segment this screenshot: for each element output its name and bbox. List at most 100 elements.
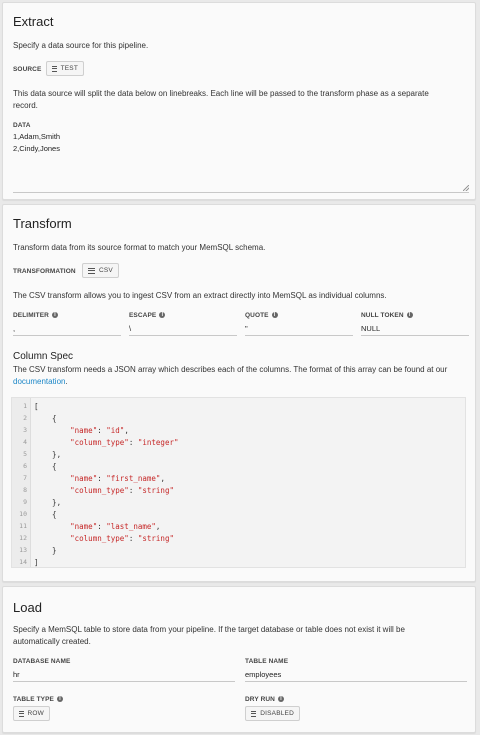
code-text: "name": "first_name", [34,474,165,483]
transformation-button-label: CSV [99,267,113,274]
code-string: "name" [70,426,98,435]
code-token: ] [34,558,39,567]
database-name-label: DATABASE NAME [13,658,71,665]
extract-title: Extract [13,14,54,29]
source-label: SOURCE [13,66,42,73]
dry-run-button-label: DISABLED [260,710,294,717]
line-number: 10 [19,510,27,518]
code-token: : [97,522,107,531]
extract-note-line1: This data source will split the data bel… [13,89,429,98]
code-string: "name" [70,474,98,483]
code-token: , [155,522,161,531]
code-line: 6 { [12,462,465,474]
info-icon: i [51,312,58,318]
null-token-input[interactable]: NULL [361,322,469,336]
column-spec-editor[interactable]: 1[2 {3 "name": "id", 4 "column_type": "in… [11,397,466,568]
load-description-line2: automatically created. [13,637,91,646]
table-type-button-label: ROW [27,710,44,717]
code-string: "column_type" [70,486,129,495]
quote-input[interactable]: " [245,322,353,336]
column-spec-description: The CSV transform needs a JSON array whi… [13,365,448,386]
menu-icon [251,710,257,717]
line-number: 14 [19,558,27,566]
code-token: : [128,438,138,447]
dry-run-label: DRY RUN i [245,696,284,703]
documentation-link[interactable]: documentation [13,377,65,386]
table-name-label: TABLE NAME [245,658,289,665]
code-text: }, [34,450,61,459]
code-token: , [124,426,129,435]
code-line: 11 "name": "last_name", [12,522,465,534]
null-token-label: NULL TOKEN i [361,312,413,319]
extract-note-line2: record. [13,101,38,110]
code-string: "integer" [137,438,179,447]
transform-description: Transform data from its source format to… [13,243,266,252]
extract-card: Extract Specify a data source for this p… [2,2,476,200]
line-number: 3 [23,426,27,434]
escape-input[interactable]: \ [129,322,237,336]
code-string: "id" [106,426,125,435]
code-line: 8 "column_type": "string" [12,486,465,498]
code-token: }, [34,498,62,507]
extract-description: Specify a data source for this pipeline. [13,41,149,50]
info-icon: i [271,312,278,318]
code-token: { [34,510,57,519]
code-text: "name": "id", [34,426,129,435]
transformation-label: TRANSFORMATION [13,268,76,275]
table-name-input[interactable]: employees [245,668,467,682]
line-number: 8 [23,486,27,494]
csv-note: The CSV transform allows you to ingest C… [13,291,387,300]
code-text: ] [34,558,39,567]
data-label: DATA [13,122,31,129]
code-token: }, [34,450,62,459]
info-icon: i [277,696,284,702]
code-token: : [128,534,138,543]
load-title: Load [13,600,42,615]
database-name-input[interactable]: hr [13,668,235,682]
line-number: 6 [23,462,27,470]
line-number: 2 [23,414,27,422]
line-number: 5 [23,450,27,458]
data-line: 2,Cindy,Jones [13,144,60,153]
code-text: { [34,414,57,423]
code-line: 7 "name": "first_name", [12,474,465,486]
line-number: 12 [19,534,27,542]
dry-run-button[interactable]: DISABLED [245,706,300,721]
code-token: } [34,546,57,555]
code-text: } [34,546,57,555]
code-line: 3 "name": "id", [12,426,465,438]
table-type-button[interactable]: ROW [13,706,50,721]
code-token: { [34,414,57,423]
code-line: 2 { [12,414,465,426]
code-text: "column_type": "integer" [34,438,179,447]
menu-icon [19,710,24,717]
line-number: 13 [19,546,27,554]
menu-icon [88,267,95,274]
quote-label: QUOTE i [245,312,278,319]
escape-label: ESCAPE i [129,312,166,319]
code-line: 9 }, [12,498,465,510]
source-test-button[interactable]: TEST [46,61,84,76]
transformation-csv-button[interactable]: CSV [82,263,119,278]
load-card: Load Specify a MemSQL table to store dat… [2,586,476,733]
transform-title: Transform [13,216,72,231]
line-number: 9 [23,498,27,506]
code-line: 5 }, [12,450,465,462]
column-spec-title: Column Spec [13,351,74,362]
data-textarea[interactable]: 1,Adam,Smith 2,Cindy,Jones [13,131,469,193]
code-string: "string" [137,534,174,543]
code-string: "column_type" [70,438,129,447]
delimiter-label: DELIMITER i [13,312,58,319]
delimiter-input[interactable]: , [13,322,121,336]
code-line: 1[ [12,402,465,414]
data-line: 1,Adam,Smith [13,132,61,141]
line-number: 1 [23,402,27,410]
info-icon: i [159,312,166,318]
code-string: "column_type" [70,534,129,543]
resize-handle[interactable] [463,185,469,191]
info-icon: i [406,312,413,318]
